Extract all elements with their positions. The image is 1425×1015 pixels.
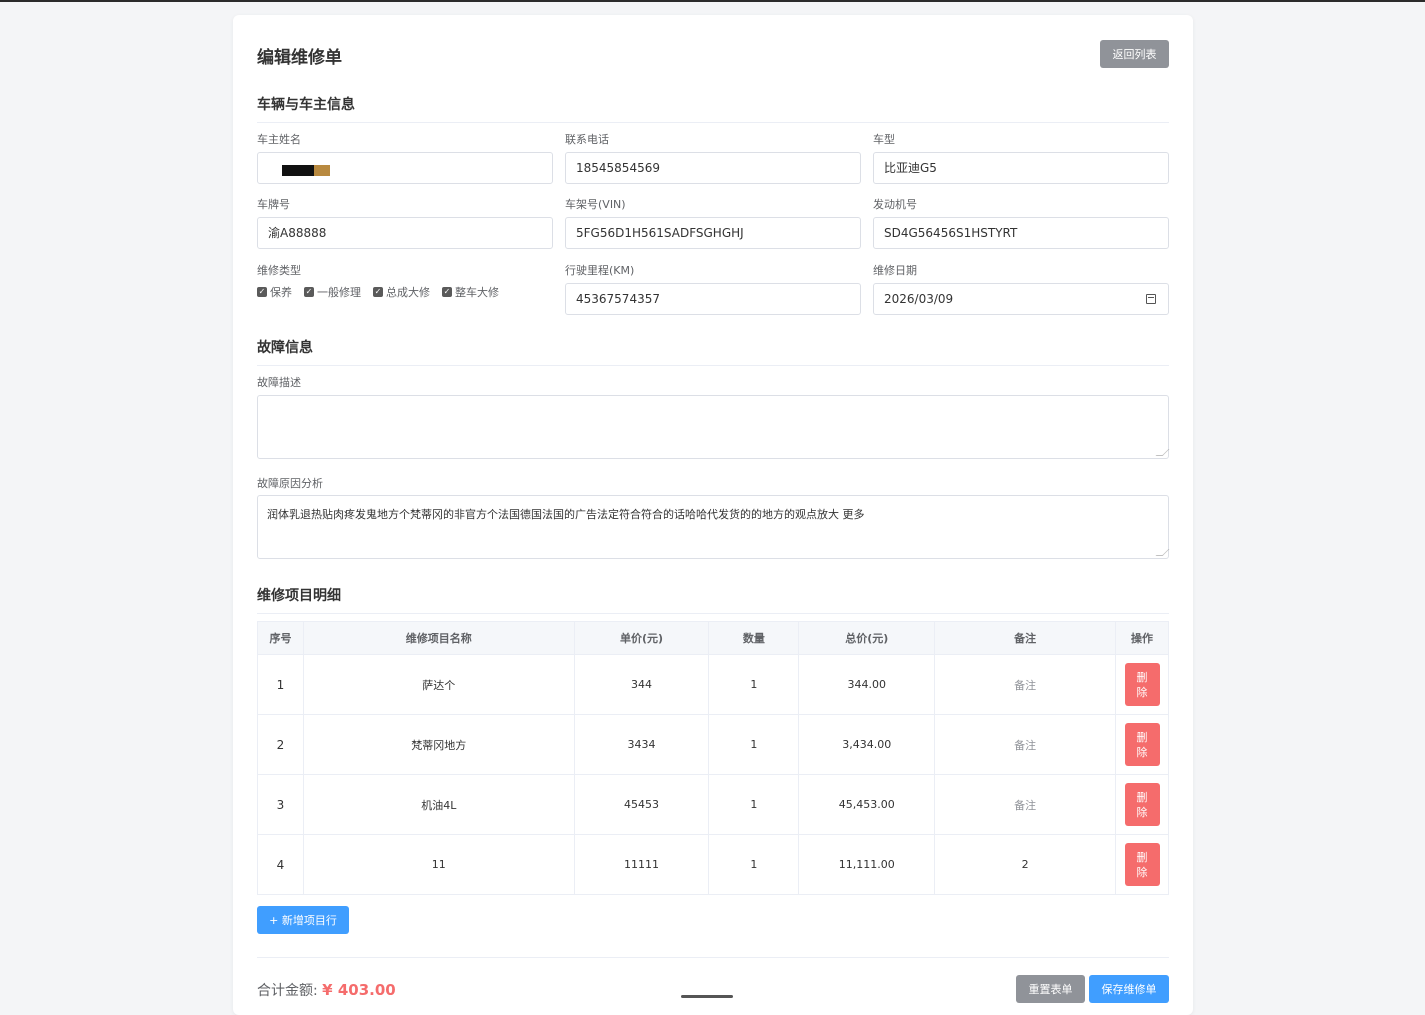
row-unit-price[interactable]: 3434 [573, 714, 710, 775]
engine-number-input[interactable]: SD4G56456S1HSTYRT [873, 217, 1169, 249]
column-header-total-price: 总价(元) [798, 621, 936, 655]
repair-type-checkbox-group: ✓ 保养 ✓ 一般修理 ✓ 总成大修 ✓ 整车大修 [257, 284, 499, 300]
fault-section-title: 故障信息 [257, 337, 1169, 366]
row-seq: 4 [257, 834, 304, 895]
table-row: 3 机油4L 45453 1 45,453.00 备注 删除 [257, 774, 1169, 835]
mileage-label: 行驶里程(KM) [565, 264, 635, 277]
car-model-input[interactable]: 比亚迪G5 [873, 152, 1169, 184]
repair-type-general[interactable]: ✓ 一般修理 [304, 284, 361, 300]
total-amount-value: ¥ 403.00 [322, 981, 396, 999]
row-note[interactable]: 备注 [934, 774, 1116, 835]
row-seq: 1 [257, 654, 304, 715]
row-unit-price[interactable]: 344 [573, 654, 710, 715]
add-item-row-button[interactable]: + 新增项目行 [257, 906, 349, 934]
delete-row-button[interactable]: 删除 [1124, 783, 1160, 826]
repair-type-maintenance[interactable]: ✓ 保养 [257, 284, 292, 300]
row-quantity[interactable]: 1 [708, 714, 800, 775]
table-header-row: 序号 维修项目名称 单价(元) 数量 总价(元) 备注 操作 [257, 621, 1169, 655]
redacted-name-mark [282, 165, 330, 176]
delete-row-button[interactable]: 删除 [1124, 663, 1160, 706]
row-note[interactable]: 备注 [934, 714, 1116, 775]
table-row: 4 11 11111 1 11,111.00 2 删除 [257, 834, 1169, 895]
owner-name-input[interactable] [257, 152, 553, 184]
row-unit-price[interactable]: 45453 [573, 774, 710, 835]
row-total-price: 344.00 [798, 654, 936, 715]
row-quantity[interactable]: 1 [708, 654, 800, 715]
mileage-input[interactable]: 45367574357 [565, 283, 861, 315]
fault-cause-label: 故障原因分析 [257, 477, 323, 490]
fault-description-textarea[interactable] [257, 395, 1170, 459]
checkbox-checked-icon[interactable]: ✓ [304, 287, 314, 297]
repair-order-form-card: 编辑维修单 返回列表 车辆与车主信息 车主姓名 联系电话 18545854569… [233, 15, 1193, 1015]
checkbox-checked-icon[interactable]: ✓ [257, 287, 267, 297]
fault-description-label: 故障描述 [257, 376, 301, 389]
repair-items-section-title: 维修项目明细 [257, 585, 1169, 614]
owner-name-label: 车主姓名 [257, 133, 301, 146]
plate-input[interactable]: 渝A88888 [257, 217, 553, 249]
row-action-cell: 删除 [1115, 834, 1169, 895]
window-top-border [0, 0, 1425, 2]
vin-label: 车架号(VIN) [565, 198, 626, 211]
back-to-list-button[interactable]: 返回列表 [1100, 40, 1169, 68]
vin-input[interactable]: 5FG56D1H561SADFSGHGHJ [565, 217, 861, 249]
checkbox-checked-icon[interactable]: ✓ [373, 287, 383, 297]
column-header-action: 操作 [1115, 621, 1169, 655]
column-header-quantity: 数量 [708, 621, 800, 655]
phone-label: 联系电话 [565, 133, 609, 146]
row-action-cell: 删除 [1115, 714, 1169, 775]
checkbox-checked-icon[interactable]: ✓ [442, 287, 452, 297]
repair-type-label: 维修类型 [257, 264, 301, 277]
row-quantity[interactable]: 1 [708, 834, 800, 895]
repair-date-label: 维修日期 [873, 264, 917, 277]
row-action-cell: 删除 [1115, 654, 1169, 715]
table-row: 2 梵蒂冈地方 3434 1 3,434.00 备注 删除 [257, 714, 1169, 775]
row-item-name[interactable]: 11 [302, 834, 575, 895]
repair-type-vehicle-overhaul[interactable]: ✓ 整车大修 [442, 284, 499, 300]
column-header-note: 备注 [934, 621, 1116, 655]
row-quantity[interactable]: 1 [708, 774, 800, 835]
row-note[interactable]: 2 [934, 834, 1116, 895]
row-action-cell: 删除 [1115, 774, 1169, 835]
vehicle-owner-section-title: 车辆与车主信息 [257, 94, 1169, 123]
column-header-seq: 序号 [257, 621, 304, 655]
engine-number-label: 发动机号 [873, 198, 917, 211]
row-seq: 2 [257, 714, 304, 775]
row-item-name[interactable]: 萨达个 [302, 654, 575, 715]
page-title: 编辑维修单 [257, 48, 342, 68]
repair-date-input[interactable]: 2026/03/09 [873, 283, 1169, 315]
footer-divider [257, 957, 1169, 958]
repair-items-table: 序号 维修项目名称 单价(元) 数量 总价(元) 备注 操作 1 萨达个 344… [257, 621, 1169, 895]
delete-row-button[interactable]: 删除 [1124, 843, 1160, 886]
total-amount-label: 合计金额: [257, 983, 318, 999]
column-header-unit-price: 单价(元) [573, 621, 710, 655]
column-header-item-name: 维修项目名称 [302, 621, 575, 655]
row-item-name[interactable]: 机油4L [302, 774, 575, 835]
row-total-price: 45,453.00 [798, 774, 936, 835]
reset-form-button[interactable]: 重置表单 [1016, 975, 1085, 1003]
repair-type-assembly-overhaul[interactable]: ✓ 总成大修 [373, 284, 430, 300]
phone-input[interactable]: 18545854569 [565, 152, 861, 184]
fault-cause-textarea[interactable]: 润体乳退热贴肉疼发鬼地方个梵蒂冈的非官方个法国德国法国的广告法定符合符合的话哈哈… [257, 495, 1170, 559]
delete-row-button[interactable]: 删除 [1124, 723, 1160, 766]
total-amount: 合计金额: ¥ 403.00 [257, 980, 396, 1000]
resize-handle-icon[interactable] [1155, 449, 1170, 456]
row-note[interactable]: 备注 [934, 654, 1116, 715]
row-seq: 3 [257, 774, 304, 835]
table-row: 1 萨达个 344 1 344.00 备注 删除 [257, 654, 1169, 715]
calendar-icon[interactable] [1146, 294, 1156, 304]
car-model-label: 车型 [873, 133, 895, 146]
plate-label: 车牌号 [257, 198, 290, 211]
row-total-price: 3,434.00 [798, 714, 936, 775]
row-item-name[interactable]: 梵蒂冈地方 [302, 714, 575, 775]
save-repair-order-button[interactable]: 保存维修单 [1089, 975, 1169, 1003]
resize-handle-icon[interactable] [1155, 549, 1170, 556]
row-unit-price[interactable]: 11111 [573, 834, 710, 895]
row-total-price: 11,111.00 [798, 834, 936, 895]
